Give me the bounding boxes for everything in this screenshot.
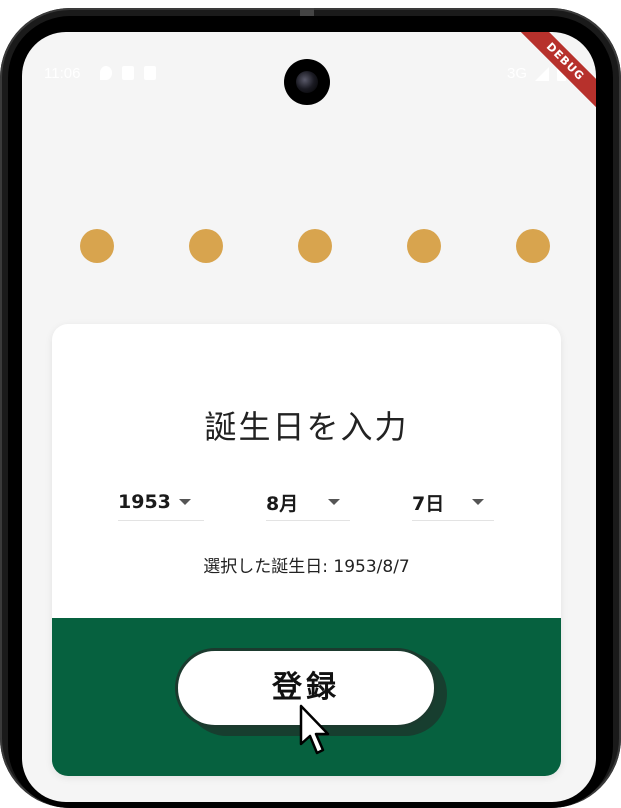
progress-dots [80,229,550,263]
mouse-pointer-icon [299,704,330,755]
day-dropdown[interactable]: 7日 [412,484,494,521]
date-dropdowns: 1953 8月 7日 [52,484,561,524]
caret-down-icon [328,499,340,505]
status-time: 11:06 [44,65,81,82]
caret-down-icon [472,499,484,505]
progress-dot [298,229,332,263]
day-value: 7日 [412,492,445,515]
signal-icon [535,66,549,81]
network-type: 3G [506,65,527,82]
year-value: 1953 [118,491,171,513]
a-badge-icon [144,66,156,80]
status-icons [100,66,156,80]
card-title: 誕生日を入力 [204,408,409,446]
month-value: 8月 [266,492,299,515]
camera-icon [284,59,330,105]
selected-birthday-text: 選択した誕生日: 1953/8/7 [203,557,410,577]
sim-card-icon [122,66,134,80]
progress-dot [189,229,223,263]
caret-down-icon [178,499,191,505]
app-screen: 11:06 3G DEBUG 誕生日を入力 1953 8月 7日 選択した誕生日… [22,32,596,802]
year-dropdown[interactable]: 1953 [118,484,204,521]
progress-dot [80,229,114,263]
location-icon [100,66,112,80]
month-dropdown[interactable]: 8月 [266,484,350,521]
progress-dot [516,229,550,263]
progress-dot [407,229,441,263]
